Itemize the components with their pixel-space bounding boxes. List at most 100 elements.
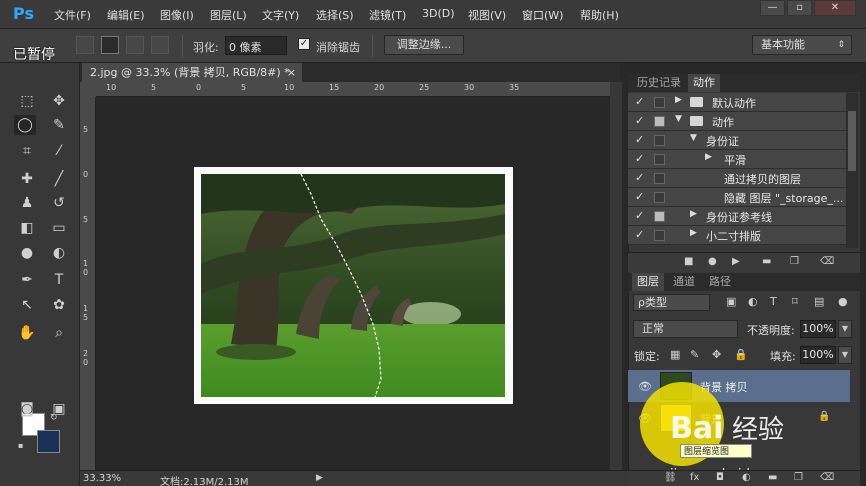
action-row[interactable]: ✓ 隐藏 图层 "_storage_... (628, 188, 846, 207)
brush-tool-icon[interactable]: ╱ (48, 169, 70, 189)
layer-row[interactable]: 👁 背景 拷贝 (628, 370, 850, 402)
shape-filter-icon[interactable]: ⌑ (792, 295, 798, 308)
minimize-button[interactable]: — (760, 0, 785, 16)
menu-layer[interactable]: 图层(L) (210, 7, 247, 23)
dialog-toggle[interactable] (654, 230, 665, 241)
menu-edit[interactable]: 编辑(E) (107, 7, 145, 23)
smart-filter-icon[interactable]: ▤ (814, 295, 824, 308)
adjustment-filter-icon[interactable]: ◐ (748, 295, 758, 308)
tab-channels[interactable]: 通道 (668, 273, 700, 291)
feather-input[interactable]: 0 像素 (225, 36, 287, 55)
screen-mode-icon[interactable]: ▣ (48, 399, 70, 419)
eye-icon[interactable]: 👁 (638, 380, 652, 393)
expand-icon[interactable]: ▼ (675, 114, 682, 124)
hand-tool-icon[interactable]: ✋ (16, 323, 38, 343)
antialias-checkbox[interactable]: ✓ (298, 38, 310, 50)
action-row[interactable]: ✓ ▶ 平滑 (628, 150, 846, 169)
expand-icon[interactable]: ▶ (675, 95, 682, 105)
check-icon[interactable]: ✓ (635, 133, 644, 146)
link-icon[interactable]: ⛓ (664, 472, 677, 483)
background-color-swatch[interactable] (37, 430, 60, 453)
default-colors-icon[interactable]: ▪ (18, 441, 23, 450)
mask-icon[interactable]: ◘ (716, 472, 724, 483)
check-icon[interactable]: ✓ (635, 95, 644, 108)
lock-transparent-icon[interactable]: ▦ (670, 348, 680, 361)
add-selection-icon[interactable] (101, 36, 119, 54)
history-brush-icon[interactable]: ↺ (48, 193, 70, 213)
check-icon[interactable]: ✓ (635, 190, 644, 203)
shape-tool-icon[interactable]: ✿ (48, 295, 70, 315)
eraser-tool-icon[interactable]: ◧ (16, 218, 38, 238)
adjustment-icon[interactable]: ◐ (742, 472, 751, 483)
quick-select-tool-icon[interactable]: ✎ (48, 115, 70, 135)
action-row[interactable]: ✓ ▶ 身份证参考线 (628, 207, 846, 226)
expand-icon[interactable]: ▶ (705, 152, 712, 162)
action-row[interactable]: ✓ ▶ 默认动作 (628, 93, 846, 112)
chevron-down-icon[interactable]: ▼ (838, 320, 852, 338)
layer-row[interactable]: 👁 背景 🔒 (628, 402, 850, 434)
check-icon[interactable]: ✓ (635, 228, 644, 241)
tab-history[interactable]: 历史记录 (632, 74, 686, 92)
check-icon[interactable]: ✓ (635, 209, 644, 222)
menu-window[interactable]: 窗口(W) (522, 7, 563, 23)
fill-input[interactable]: 100% (800, 346, 836, 364)
dialog-toggle[interactable] (654, 211, 665, 222)
delete-icon[interactable]: ⌫ (820, 256, 834, 267)
new-selection-icon[interactable] (76, 36, 94, 54)
new-action-icon[interactable]: ❐ (790, 256, 799, 267)
chevron-right-icon[interactable]: ▶ (316, 473, 323, 483)
actions-scrollbar[interactable] (846, 93, 858, 248)
delete-layer-icon[interactable]: ⌫ (820, 472, 834, 483)
document-tab[interactable]: 2.jpg @ 33.3% (背景 拷贝, RGB/8#) * × (82, 63, 302, 82)
dodge-tool-icon[interactable]: ◐ (48, 243, 70, 263)
tab-layers[interactable]: 图层 (632, 273, 664, 291)
lock-position-icon[interactable]: ✥ (712, 348, 721, 361)
expand-icon[interactable]: ▶ (690, 228, 697, 238)
menu-file[interactable]: 文件(F) (54, 7, 91, 23)
eyedropper-tool-icon[interactable]: ⁄ (48, 141, 70, 161)
blur-tool-icon[interactable]: ● (16, 243, 38, 263)
record-icon[interactable]: ● (708, 256, 717, 267)
healing-brush-icon[interactable]: ✚ (16, 169, 38, 189)
opacity-input[interactable]: 100% (800, 320, 836, 338)
action-row[interactable]: ✓ ▼ 身份证 (628, 131, 846, 150)
quick-mask-icon[interactable]: ◙ (16, 399, 38, 419)
lock-pixels-icon[interactable]: ✎ (690, 348, 699, 361)
action-row[interactable]: ✓ ▶ 小二寸排版 (628, 226, 846, 245)
action-row[interactable]: ✓ ▼ 动作 (628, 112, 846, 131)
tab-paths[interactable]: 路径 (704, 273, 736, 291)
close-window-button[interactable]: ✕ (814, 0, 856, 16)
check-icon[interactable]: ✓ (635, 171, 644, 184)
check-icon[interactable]: ✓ (635, 114, 644, 127)
type-filter-icon[interactable]: T (770, 295, 777, 308)
intersect-selection-icon[interactable] (151, 36, 169, 54)
dialog-toggle[interactable] (654, 116, 665, 127)
check-icon[interactable]: ✓ (635, 152, 644, 165)
toggle-filter-icon[interactable]: ● (838, 295, 848, 308)
zoom-tool-icon[interactable]: ⌕ (48, 323, 70, 343)
new-layer-icon[interactable]: ❐ (794, 472, 803, 483)
layer-filter-select[interactable]: ρ类型 (633, 294, 710, 311)
gradient-tool-icon[interactable]: ▭ (48, 218, 70, 238)
fx-icon[interactable]: fx (690, 472, 699, 483)
image-filter-icon[interactable]: ▣ (726, 295, 736, 308)
restore-button[interactable]: ▫ (787, 0, 812, 16)
tab-actions[interactable]: 动作 (688, 74, 720, 92)
marquee-tool-icon[interactable]: ⬚ (16, 91, 38, 111)
path-select-icon[interactable]: ↖ (16, 295, 38, 315)
dialog-toggle[interactable] (654, 154, 665, 165)
stamp-tool-icon[interactable]: ♟ (16, 193, 38, 213)
dialog-toggle[interactable] (654, 97, 665, 108)
crop-tool-icon[interactable]: ⌗ (16, 141, 38, 161)
close-icon[interactable]: × (287, 63, 296, 82)
stop-icon[interactable]: ■ (684, 256, 693, 267)
new-set-icon[interactable]: ▬ (762, 256, 771, 267)
menu-image[interactable]: 图像(I) (160, 7, 194, 23)
dialog-toggle[interactable] (654, 173, 665, 184)
lock-all-icon[interactable]: 🔒 (734, 348, 748, 361)
refine-edge-button[interactable]: 调整边缘... (384, 35, 464, 55)
menu-type[interactable]: 文字(Y) (262, 7, 299, 23)
blend-mode-select[interactable]: 正常 (633, 320, 738, 338)
eye-icon[interactable]: 👁 (638, 412, 652, 425)
menu-3d[interactable]: 3D(D) (422, 7, 455, 20)
